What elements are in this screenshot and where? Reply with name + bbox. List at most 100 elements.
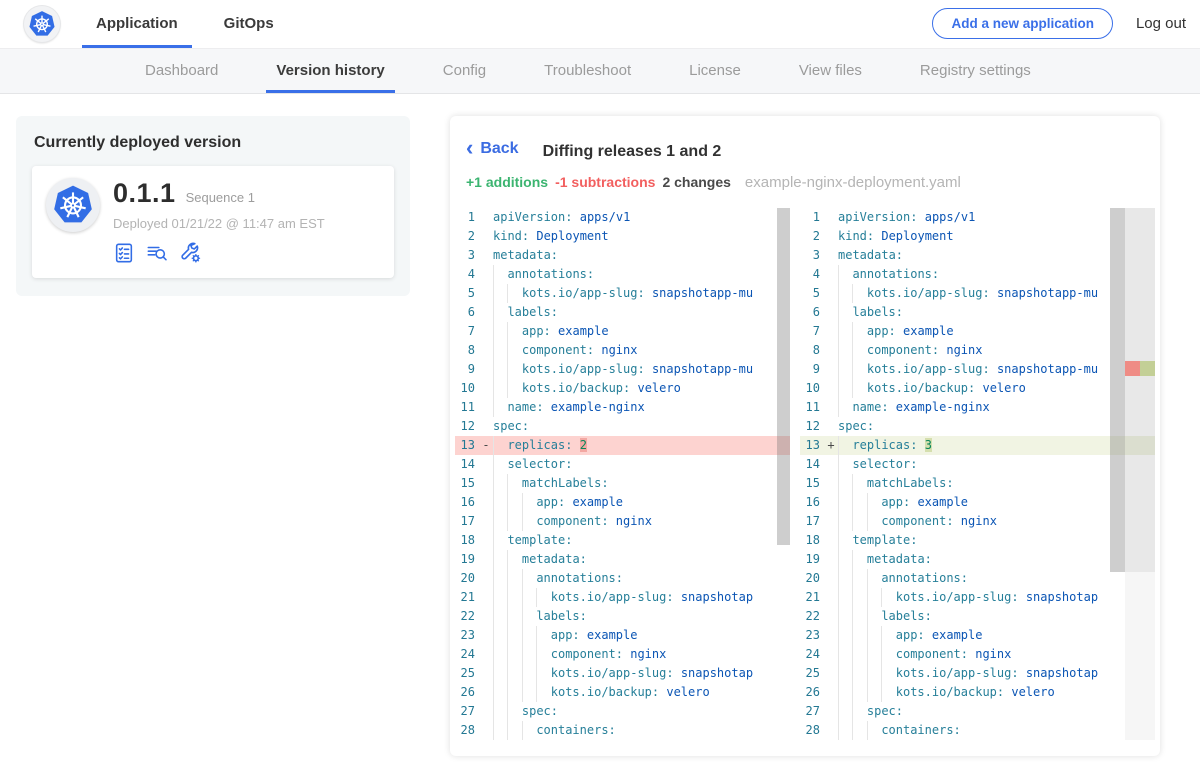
subnav-item-troubleshoot[interactable]: Troubleshoot xyxy=(534,49,641,93)
code-line-4: 4annotations: xyxy=(800,265,1155,284)
code-line-3: 3metadata: xyxy=(800,246,1155,265)
subnav-item-registry-settings[interactable]: Registry settings xyxy=(910,49,1041,93)
deployed-card-title: Currently deployed version xyxy=(34,134,392,152)
code-line-27: 27spec: xyxy=(455,702,790,721)
header-tabs: Application GitOps xyxy=(82,0,288,48)
code-line-28: 28containers: xyxy=(455,721,790,740)
code-line-25: 25kots.io/app-slug: snapshotap xyxy=(800,664,1155,683)
diff-filename: example-nginx-deployment.yaml xyxy=(745,174,961,191)
code-line-10: 10kots.io/backup: velero xyxy=(455,379,790,398)
code-line-22: 22labels: xyxy=(455,607,790,626)
code-line-24: 24component: nginx xyxy=(800,645,1155,664)
code-line-23: 23app: example xyxy=(800,626,1155,645)
tab-gitops[interactable]: GitOps xyxy=(210,0,288,48)
version-number: 0.1.1 xyxy=(113,178,176,209)
subnav-item-license[interactable]: License xyxy=(679,49,751,93)
diff-overview-ruler[interactable] xyxy=(1125,208,1155,740)
tab-application[interactable]: Application xyxy=(82,0,192,48)
subtractions-count: -1 subtractions xyxy=(555,174,655,190)
kubernetes-helm-icon xyxy=(28,10,56,38)
code-line-7: 7app: example xyxy=(800,322,1155,341)
sequence-label: Sequence 1 xyxy=(186,190,255,205)
subnav-item-version-history[interactable]: Version history xyxy=(266,49,394,93)
code-line-23: 23app: example xyxy=(455,626,790,645)
code-line-21: 21kots.io/app-slug: snapshotap xyxy=(800,588,1155,607)
code-line-3: 3metadata: xyxy=(455,246,790,265)
code-line-20: 20annotations: xyxy=(800,569,1155,588)
code-line-18: 18template: xyxy=(455,531,790,550)
overview-removed-marker xyxy=(1125,361,1140,376)
code-line-16: 16app: example xyxy=(800,493,1155,512)
code-line-4: 4annotations: xyxy=(455,265,790,284)
code-line-7: 7app: example xyxy=(455,322,790,341)
diff-title: Diffing releases 1 and 2 xyxy=(543,143,722,161)
chevron-left-icon: ‹ xyxy=(466,141,473,155)
scrollbar-thumb-right[interactable] xyxy=(1110,208,1125,572)
overview-ruler-slider xyxy=(1125,208,1155,572)
code-line-25: 25kots.io/app-slug: snapshotap xyxy=(455,664,790,683)
code-line-19: 19metadata: xyxy=(455,550,790,569)
subnav-item-view-files[interactable]: View files xyxy=(789,49,872,93)
code-line-12: 12spec: xyxy=(800,417,1155,436)
diff-panel-modified: 1apiVersion: apps/v12kind: Deployment3me… xyxy=(800,208,1155,740)
add-application-button[interactable]: Add a new application xyxy=(932,8,1113,39)
code-line-5: 5kots.io/app-slug: snapshotapp-mu xyxy=(455,284,790,303)
code-line-11: 11name: example-nginx xyxy=(800,398,1155,417)
changes-count: 2 changes xyxy=(662,174,730,190)
version-info: 0.1.1 Sequence 1 Deployed 01/21/22 @ 11:… xyxy=(113,178,325,264)
code-lines-original: 1apiVersion: apps/v12kind: Deployment3me… xyxy=(455,208,790,740)
diff-body: 1apiVersion: apps/v12kind: Deployment3me… xyxy=(455,208,1155,740)
back-link[interactable]: ‹ Back xyxy=(466,140,519,158)
code-line-26: 26kots.io/backup: velero xyxy=(800,683,1155,702)
scrollbar-thumb-left[interactable] xyxy=(777,208,790,545)
code-line-13: 13-replicas: 2 xyxy=(455,436,790,455)
code-line-14: 14selector: xyxy=(455,455,790,474)
diff-card: ‹ Back Diffing releases 1 and 2 +1 addit… xyxy=(450,116,1160,756)
checklist-icon[interactable] xyxy=(113,242,135,264)
top-header: Application GitOps Add a new application… xyxy=(0,0,1200,48)
code-line-11: 11name: example-nginx xyxy=(455,398,790,417)
code-line-26: 26kots.io/backup: velero xyxy=(455,683,790,702)
code-line-20: 20annotations: xyxy=(455,569,790,588)
code-line-28: 28containers: xyxy=(800,721,1155,740)
back-label: Back xyxy=(480,140,518,158)
diff-panel-original: 1apiVersion: apps/v12kind: Deployment3me… xyxy=(455,208,790,740)
code-line-8: 8component: nginx xyxy=(800,341,1155,360)
configure-icon[interactable] xyxy=(179,241,202,264)
code-line-1: 1apiVersion: apps/v1 xyxy=(455,208,790,227)
code-line-15: 15matchLabels: xyxy=(455,474,790,493)
subnav-item-dashboard[interactable]: Dashboard xyxy=(135,49,228,93)
code-line-27: 27spec: xyxy=(800,702,1155,721)
code-line-12: 12spec: xyxy=(455,417,790,436)
overview-added-marker xyxy=(1140,361,1155,376)
kubernetes-logo[interactable] xyxy=(24,6,60,42)
code-lines-modified: 1apiVersion: apps/v12kind: Deployment3me… xyxy=(800,208,1155,740)
code-line-21: 21kots.io/app-slug: snapshotap xyxy=(455,588,790,607)
version-actions xyxy=(113,241,325,264)
app-subnav: Dashboard Version history Config Trouble… xyxy=(0,48,1200,94)
version-box: 0.1.1 Sequence 1 Deployed 01/21/22 @ 11:… xyxy=(32,166,394,278)
code-line-10: 10kots.io/backup: velero xyxy=(800,379,1155,398)
code-line-8: 8component: nginx xyxy=(455,341,790,360)
diff-stats: +1 additions -1 subtractions 2 changes e… xyxy=(450,161,1160,191)
code-line-5: 5kots.io/app-slug: snapshotapp-mu xyxy=(800,284,1155,303)
code-line-2: 2kind: Deployment xyxy=(800,227,1155,246)
code-line-15: 15matchLabels: xyxy=(800,474,1155,493)
code-line-19: 19metadata: xyxy=(800,550,1155,569)
deployed-timestamp: Deployed 01/21/22 @ 11:47 am EST xyxy=(113,216,325,231)
code-line-18: 18template: xyxy=(800,531,1155,550)
code-line-6: 6labels: xyxy=(455,303,790,322)
code-line-9: 9kots.io/app-slug: snapshotapp-mu xyxy=(800,360,1155,379)
logout-link[interactable]: Log out xyxy=(1136,0,1186,48)
subnav-item-config[interactable]: Config xyxy=(433,49,496,93)
code-line-6: 6labels: xyxy=(800,303,1155,322)
code-line-14: 14selector: xyxy=(800,455,1155,474)
view-logs-icon[interactable] xyxy=(145,242,169,264)
code-line-1: 1apiVersion: apps/v1 xyxy=(800,208,1155,227)
code-line-9: 9kots.io/app-slug: snapshotapp-mu xyxy=(455,360,790,379)
kubernetes-helm-icon xyxy=(52,184,94,226)
code-line-2: 2kind: Deployment xyxy=(455,227,790,246)
diff-header: ‹ Back Diffing releases 1 and 2 xyxy=(450,116,1160,161)
currently-deployed-card: Currently deployed version 0.1.1 Sequenc… xyxy=(16,116,410,296)
app-icon xyxy=(46,178,100,232)
